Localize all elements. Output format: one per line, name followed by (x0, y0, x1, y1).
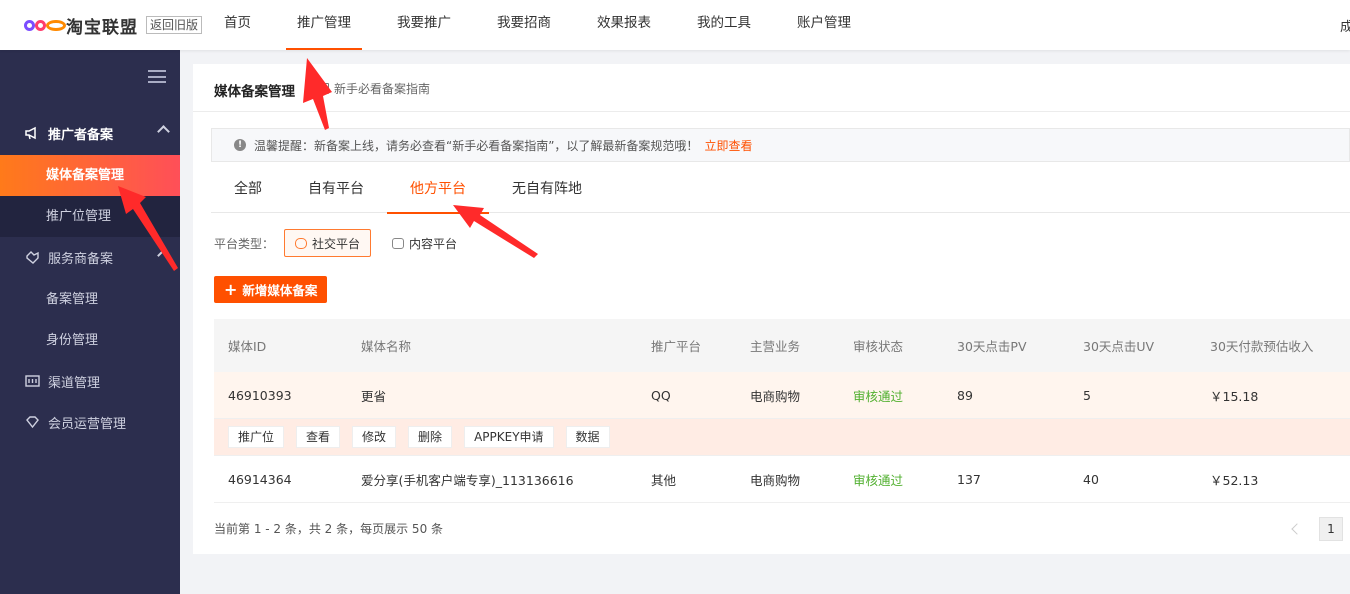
cell-income: ￥15.18 (1210, 388, 1259, 404)
hamburger-menu-icon[interactable] (148, 70, 166, 83)
col-pv: 30天点击PV (957, 339, 1027, 354)
sidebar-item-channel-management[interactable]: 渠道管理 (0, 362, 180, 400)
sidebar-group-promoter-filing[interactable]: 推广者备案 (0, 114, 180, 152)
appkey-apply-button[interactable]: APPKEY申请 (464, 426, 554, 448)
chip-social-platform[interactable]: 社交平台 (284, 229, 372, 257)
notice-text: 温馨提醒：新备案上线，请务必查看“新手必看备案指南”，以了解最新备案规范哦！ (254, 138, 699, 153)
cell-media-id: 46914364 (228, 471, 292, 487)
tab-no-own-position[interactable]: 无自有阵地 (489, 169, 605, 213)
chevron-up-icon (157, 125, 170, 138)
cell-uv: 5 (1083, 387, 1091, 403)
tab-third-party-platform[interactable]: 他方平台 (387, 169, 489, 214)
cell-media-name: 更省 (361, 388, 387, 404)
edit-button[interactable]: 修改 (352, 426, 397, 448)
taobao-union-logo-icon (24, 17, 66, 33)
cell-uv: 40 (1083, 471, 1099, 487)
cell-media-name: 爱分享(手机客户端专享)_113136616 (361, 472, 574, 488)
sidebar-item-label: 会员运营管理 (48, 416, 127, 432)
platform-tabs: 全部 自有平台 他方平台 无自有阵地 (211, 169, 1350, 214)
main-nav: 首页 推广管理 我要推广 我要招商 效果报表 我的工具 账户管理 (213, 0, 886, 50)
cell-status: 审核通过 (853, 472, 904, 488)
user-menu[interactable]: 成 (1340, 16, 1350, 35)
col-income: 30天付款预估收入 (1210, 339, 1314, 354)
cell-platform: QQ (651, 387, 671, 403)
sidebar-group-label: 推广者备案 (48, 127, 114, 143)
cell-media-id: 46910393 (228, 387, 292, 403)
add-button-label: 新增媒体备案 (242, 283, 318, 298)
platform-type-filter: 平台类型： 社交平台 内容平台 (214, 229, 478, 257)
pagination-summary: 当前第 1 - 2 条，共 2 条，每页展示 50 条 (214, 522, 444, 536)
book-icon (318, 83, 329, 94)
col-uv: 30天点击UV (1083, 339, 1155, 354)
platform-type-label: 平台类型： (214, 236, 275, 251)
row-actions: 推广位 查看 修改 删除 APPKEY申请 数据 (214, 419, 1350, 456)
promotion-slot-button[interactable]: 推广位 (228, 426, 285, 448)
view-now-link[interactable]: 立即查看 (704, 137, 752, 154)
media-table: 媒体ID 媒体名称 推广平台 主营业务 审核状态 30天点击PV 30天点击UV… (214, 319, 1350, 503)
sidebar-item-identity-management[interactable]: 身份管理 (0, 320, 180, 361)
beginner-guide-link[interactable]: 新手必看备案指南 (318, 80, 430, 97)
top-navbar: 淘宝联盟 返回旧版 首页 推广管理 我要推广 我要招商 效果报表 我的工具 账户… (0, 0, 1350, 50)
col-business: 主营业务 (750, 339, 801, 354)
cell-status: 审核通过 (853, 388, 904, 404)
col-media-id: 媒体ID (228, 339, 267, 354)
add-media-filing-button[interactable]: + 新增媒体备案 (214, 276, 328, 303)
guide-label: 新手必看备案指南 (334, 82, 431, 96)
sidebar-group-label: 服务商备案 (48, 251, 114, 267)
sidebar-item-member-operations[interactable]: 会员运营管理 (0, 403, 180, 441)
card-header: 媒体备案管理 新手必看备案指南 (193, 64, 1350, 112)
sidebar-group-service-filing[interactable]: 服务商备案 (0, 238, 180, 276)
logo[interactable]: 淘宝联盟 返回旧版 (24, 14, 203, 38)
page-number-button[interactable]: 1 (1319, 517, 1343, 541)
table-header: 媒体ID 媒体名称 推广平台 主营业务 审核状态 30天点击PV 30天点击UV… (214, 319, 1350, 372)
col-status: 审核状态 (853, 339, 904, 354)
plus-icon: + (224, 279, 238, 299)
channel-icon (24, 373, 40, 389)
nav-recruit[interactable]: 我要招商 (486, 0, 562, 50)
notice-banner: ! 温馨提醒：新备案上线，请务必查看“新手必看备案指南”，以了解最新备案规范哦！… (211, 128, 1350, 162)
nav-account[interactable]: 账户管理 (786, 0, 862, 50)
tab-all[interactable]: 全部 (211, 169, 285, 213)
nav-promote[interactable]: 我要推广 (386, 0, 462, 50)
cell-business: 电商购物 (750, 388, 801, 404)
pagination: 1 (1291, 517, 1343, 541)
table-row[interactable]: 46914364 爱分享(手机客户端专享)_113136616 其他 电商购物 … (214, 456, 1350, 503)
diamond-icon (24, 414, 40, 430)
main-card: 媒体备案管理 新手必看备案指南 ! 温馨提醒：新备案上线，请务必查看“新手必看备… (193, 64, 1350, 554)
chevron-left-icon[interactable] (1291, 523, 1303, 535)
info-icon: ! (234, 139, 246, 151)
data-button[interactable]: 数据 (565, 426, 610, 448)
chip-label: 社交平台 (312, 236, 361, 251)
sidebar-item-media-filing[interactable]: 媒体备案管理 (0, 155, 180, 196)
sidebar-item-filing-management[interactable]: 备案管理 (0, 279, 180, 320)
cell-pv: 89 (957, 387, 973, 403)
cell-income: ￥52.13 (1210, 472, 1259, 488)
table-row[interactable]: 46910393 更省 QQ 电商购物 审核通过 89 5 ￥15.18 (214, 372, 1350, 419)
return-old-version-link[interactable]: 返回旧版 (146, 16, 203, 34)
delete-button[interactable]: 删除 (408, 426, 453, 448)
cell-platform: 其他 (651, 472, 677, 488)
video-icon (392, 237, 405, 249)
col-platform: 推广平台 (651, 339, 702, 354)
view-button[interactable]: 查看 (296, 426, 341, 448)
nav-promotion-management[interactable]: 推广管理 (286, 0, 362, 50)
chat-bubble-icon (295, 237, 308, 249)
chip-content-platform[interactable]: 内容平台 (381, 229, 468, 257)
chevron-up-icon (157, 249, 170, 262)
handshake-icon (24, 249, 40, 265)
chip-label: 内容平台 (409, 236, 458, 251)
brand-name: 淘宝联盟 (66, 17, 138, 38)
sidebar: 推广者备案 媒体备案管理 推广位管理 服务商备案 备案管理 身份管理 渠道管理 … (0, 50, 180, 594)
nav-tools[interactable]: 我的工具 (686, 0, 762, 50)
sidebar-item-promotion-slot[interactable]: 推广位管理 (0, 196, 180, 237)
nav-home[interactable]: 首页 (213, 0, 262, 50)
page-title: 媒体备案管理 (214, 84, 295, 100)
tab-own-platform[interactable]: 自有平台 (285, 169, 387, 213)
col-media-name: 媒体名称 (361, 339, 412, 354)
sidebar-item-label: 渠道管理 (48, 375, 101, 391)
cell-pv: 137 (957, 471, 981, 487)
cell-business: 电商购物 (750, 472, 801, 488)
nav-reports[interactable]: 效果报表 (586, 0, 662, 50)
megaphone-icon (24, 125, 40, 141)
